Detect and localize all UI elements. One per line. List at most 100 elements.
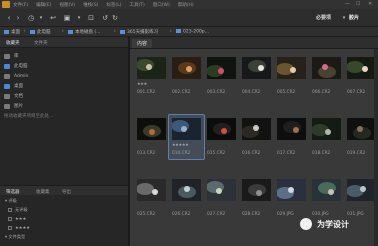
tab-content[interactable]: 内容 [132,39,153,48]
thumbnail-item[interactable]: 006.CR2 [309,54,344,98]
checkbox[interactable] [8,225,12,230]
thumbnail-item[interactable]: 017.CR2 [274,115,309,159]
thumbnail-item[interactable]: 005.CR2 [274,54,309,98]
thumbnail-image [136,179,166,201]
thumbnail-item[interactable]: 013.CR2 [134,115,169,159]
app-logo-icon [2,1,10,8]
recent-folders-icon[interactable]: ◷ [26,13,36,23]
thumbnail-label: 014.CR2 [172,151,191,156]
tab-filter[interactable]: 筛选器 [6,189,20,195]
filter-group-rating[interactable]: ▾ 评级 [0,196,128,205]
menu-tools[interactable]: 工具(T) [129,2,144,8]
filter-group-filetype[interactable]: ▾ 文件类型 [0,232,128,241]
filter-panel-tabs: 筛选器 收藏集 导出 [0,185,128,195]
thumbnail-item[interactable]: ★★★★★ 014.CR2 [168,114,205,160]
thumbnail-item[interactable]: 019.CR2 [344,115,378,159]
workspace-library[interactable]: 胶片 [349,14,359,21]
checkbox[interactable] [8,216,12,221]
folder-icon [176,29,181,33]
rotate-right-icon[interactable]: ↻ [110,13,120,23]
breadcrumb-current[interactable]: 023-200p... [176,29,209,35]
thumbnail-image [207,118,236,140]
filter-4-stars[interactable]: ★★★★ [0,223,128,232]
breadcrumb-pc[interactable]: 此电脑 [30,29,51,35]
breadcrumb-separator: › [24,29,26,34]
camera-import-icon[interactable]: ▣ [62,13,72,23]
menu-label[interactable]: 标签(L) [106,2,121,8]
maximize-icon[interactable]: ☐ [356,1,360,7]
rating-stars[interactable]: ★★★ [137,81,147,86]
favorite-item-admin[interactable]: Admin [0,71,128,81]
tab-favorites[interactable]: 收藏夹 [6,40,20,46]
menu-window[interactable]: 窗口(W) [153,2,170,8]
thumbnail-item[interactable]: 025.CR2 [134,176,169,220]
thumbnail-image [136,57,166,79]
thumbnail-item[interactable]: 018.CR2 [309,115,344,159]
menu-view[interactable]: 视图(V) [59,2,75,8]
thumbnail-item[interactable]: 029.JPG [274,176,309,220]
rating-stars[interactable]: ★★★★★ [172,142,189,147]
favorite-item-pictures[interactable]: 图片 [0,101,128,111]
chevron-down-icon[interactable]: ▾ [36,13,46,23]
thumbnail-item[interactable]: ★★★ 001.CR2 [134,54,169,98]
thumbnail-image [172,57,201,79]
favorites-list: 库 此电脑 Admin 桌面 文档 图片 拖动收藏夹项目至此处... [0,48,128,121]
thumbnail-image [206,179,236,201]
chevron-down-icon[interactable]: ▾ [339,13,349,23]
menu-stack[interactable]: 堆栈(S) [83,2,98,8]
favorite-item-desktop[interactable]: 桌面 [0,81,128,91]
breadcrumb-separator: › [170,29,172,34]
thumbnail-item[interactable]: 007.CR2 [344,54,378,98]
thumbnail-image [312,179,341,201]
thumbnail-image [172,179,201,201]
thumbnail-item[interactable]: 027.CR2 [204,176,239,220]
thumbnail-image [277,118,306,140]
thumbnail-label: 016.CR2 [242,151,261,156]
minimize-icon[interactable]: — [345,1,350,7]
workspace-essentials[interactable]: 必要项 [316,14,331,21]
thumbnail-item[interactable]: 031.JPG [344,176,378,220]
filter-3-stars[interactable]: ★★★ [0,214,128,223]
thumbnail-label: 015.CR2 [207,151,226,156]
thumbnail-label: 007.CR2 [347,90,366,95]
chevron-down-icon[interactable]: ▾ [74,13,84,23]
tab-folders[interactable]: 文件夹 [34,40,48,46]
checkbox[interactable] [8,207,12,212]
thumbnail-label: 026.CR2 [172,212,191,217]
favorite-item-pc[interactable]: 此电脑 [0,61,128,71]
thumbnail-item[interactable]: 003.CR2 [204,54,239,98]
thumbnail-item[interactable]: 015.CR2 [204,115,239,159]
menu-help[interactable]: 帮助(H) [178,2,194,8]
thumbnail-item[interactable]: 028.CR2 [239,176,274,220]
thumbnail-item[interactable]: 026.CR2 [169,176,204,220]
thumbnail-item[interactable]: 002.CR2 [169,54,204,98]
wechat-logo-icon [300,218,312,230]
breadcrumb: 桌面 › 此电脑 › 本地磁盘 (... › 365天摄影练习 › 023-20… [0,27,378,37]
breadcrumb-desktop[interactable]: 桌面 [4,29,20,35]
favorite-item-library[interactable]: 库 [0,51,128,61]
thumbnail-item[interactable]: 004.CR2 [239,54,274,98]
thumbnail-image [347,118,376,140]
close-icon[interactable]: ✕ [368,1,372,7]
vertical-scrollbar[interactable] [374,49,378,246]
breadcrumb-disk[interactable]: 本地磁盘 (... [68,29,100,35]
document-icon [4,93,10,99]
menu-edit[interactable]: 编辑(E) [36,2,51,8]
tab-collections[interactable]: 收藏集 [36,189,50,195]
filter-no-rating[interactable]: 无评级 [0,205,128,214]
thumbnail-item[interactable]: 016.CR2 [239,115,274,159]
rotate-left-icon[interactable]: ↺ [100,13,110,23]
thumbnail-label: 001.CR2 [137,90,156,95]
forward-icon[interactable]: › [13,13,23,23]
breadcrumb-project[interactable]: 365天摄影练习 [120,29,158,35]
watermark-text: 为学设计 [317,219,349,229]
refine-icon[interactable]: ↩ [48,13,58,23]
thumbnail-label: 019.CR2 [347,151,366,156]
menu-file[interactable]: 文件(F) [13,2,28,8]
favorite-item-documents[interactable]: 文档 [0,91,128,101]
thumbnail-item[interactable]: 030.JPG [309,176,344,220]
left-panel: 收藏夹 文件夹 库 此电脑 Admin 桌面 文档 图片 拖动收藏夹项目至此处.… [0,37,128,246]
tab-export[interactable]: 导出 [62,189,71,195]
open-recent-icon[interactable]: ⊡ [86,13,96,23]
thumbnail-label: 029.JPG [277,212,294,217]
